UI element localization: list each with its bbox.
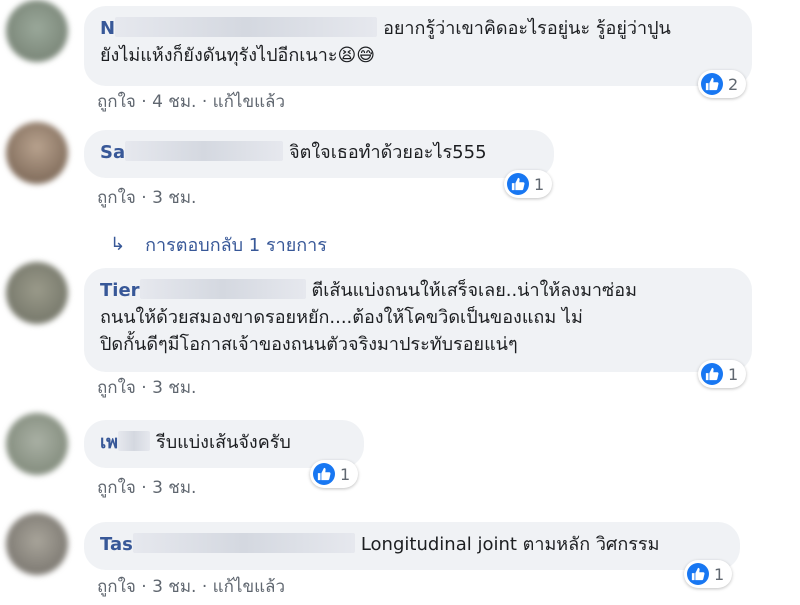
separator: · [201,577,208,597]
reaction-count[interactable]: 1 [698,360,747,388]
redacted-name [115,17,378,37]
comment-text-line: อยากรู้ว่าเขาคิดอะไรอยู่นะ รู้อยู่ว่าปูน [383,18,671,39]
separator: · [141,378,147,398]
comment-bubble: Tier ตีเส้นแบ่งถนนให้เสร็จเลย..น่าให้ลงมา… [84,268,752,372]
comment-bubble: N อยากรู้ว่าเขาคิดอะไรอยู่นะ รู้อยู่ว่าปู… [84,6,752,86]
thumbs-up-icon [507,173,529,195]
like-link[interactable]: ถูกใจ [97,577,136,597]
comment-actions: ถูกใจ · 3 ชม. [97,374,196,401]
comment-bubble: Sa จิตใจเธอทำด้วยอะไร555 [84,130,554,178]
comment-actions: ถูกใจ · 3 ชม. · แก้ไขแล้ว [97,573,285,600]
thumbs-up-icon [313,463,335,485]
like-link[interactable]: ถูกใจ [97,478,136,498]
separator: · [141,188,147,208]
commenter-name[interactable]: N [100,18,115,39]
view-replies-link[interactable]: ↳ การตอบกลับ 1 รายการ [110,230,327,259]
like-link[interactable]: ถูกใจ [97,92,136,112]
reaction-number: 1 [728,364,739,384]
thumbs-up-icon [701,363,723,385]
redacted-name [132,533,355,553]
separator: · [141,577,147,597]
reaction-count[interactable]: 1 [310,460,359,488]
reaction-count[interactable]: 1 [504,170,553,198]
like-link[interactable]: ถูกใจ [97,378,136,398]
reaction-number: 1 [714,564,725,584]
like-link[interactable]: ถูกใจ [97,188,136,208]
avatar[interactable] [6,122,68,184]
comment-bubble: Tas Longitudinal joint ตามหลัก วิศกรรม [84,522,740,570]
commenter-name[interactable]: Sa [100,142,125,163]
comment-text: จิตใจเธอทำด้วยอะไร555 [289,142,487,163]
timestamp[interactable]: 3 ชม. [152,577,196,597]
emoji-icon: 😫😅 [337,45,376,66]
commenter-name[interactable]: Tier [100,280,140,301]
comment-text-line: ปิดกั้นดีๆมีโอกาสเจ้าของถนนตัวจริงมาประท… [100,334,518,355]
thumbs-up-icon [687,563,709,585]
avatar[interactable] [6,262,68,324]
timestamp[interactable]: 3 ชม. [152,478,196,498]
comment-text-line: ยังไม่แห้งก็ยังดันทุรังไปอีกเนาะ [100,45,338,66]
reaction-count[interactable]: 2 [698,70,747,98]
reaction-number: 1 [534,174,545,194]
comment-text-line: ถนนให้ด้วยสมองขาดรอยหยัก....ต้องให้โคขวิ… [100,307,583,328]
comment-actions: ถูกใจ · 3 ชม. [97,474,196,501]
comment-text: N อยากรู้ว่าเขาคิดอะไรอยู่นะ รู้อยู่ว่าปู… [100,15,736,42]
reaction-count[interactable]: 1 [684,560,733,588]
view-replies-label: การตอบกลับ 1 รายการ [145,235,327,256]
timestamp[interactable]: 4 ชม. [152,92,196,112]
avatar[interactable] [6,0,68,62]
separator: · [201,92,208,112]
comment-text: Longitudinal joint ตามหลัก วิศกรรม [360,534,660,555]
edited-label[interactable]: แก้ไขแล้ว [213,92,285,112]
comment-actions: ถูกใจ · 4 ชม. · แก้ไขแล้ว [97,88,285,115]
reaction-number: 2 [728,74,739,94]
avatar[interactable] [6,513,68,575]
comment-text: รีบแบ่งเส้นจังครับ [156,432,291,453]
reply-arrow-icon: ↳ [110,234,126,255]
separator: · [141,92,147,112]
avatar[interactable] [6,413,68,475]
thumbs-up-icon [701,73,723,95]
redacted-name [139,279,306,299]
separator: · [141,478,147,498]
comment-actions: ถูกใจ · 3 ชม. [97,184,196,211]
timestamp[interactable]: 3 ชม. [152,378,196,398]
reaction-number: 1 [340,464,351,484]
redacted-name [125,141,284,161]
commenter-name[interactable]: Tas [100,534,133,555]
edited-label[interactable]: แก้ไขแล้ว [213,577,285,597]
redacted-name [118,431,151,451]
commenter-name[interactable]: เพ [100,432,118,453]
timestamp[interactable]: 3 ชม. [152,188,196,208]
comment-text-line: ตีเส้นแบ่งถนนให้เสร็จเลย..น่าให้ลงมาซ่อม [311,280,637,301]
